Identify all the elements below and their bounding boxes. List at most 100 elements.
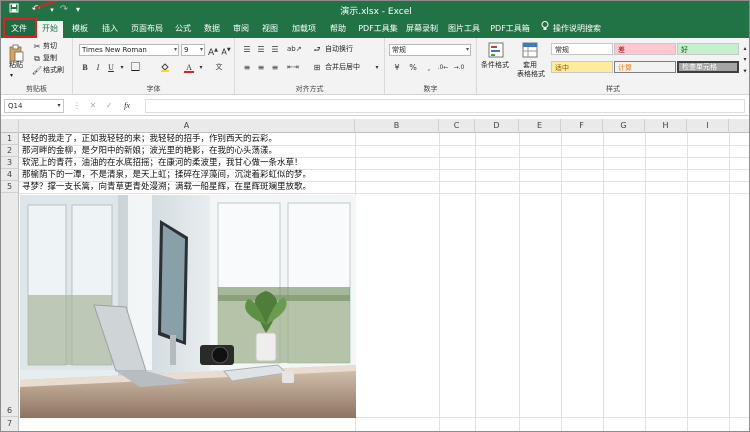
table-format-icon[interactable]	[521, 42, 539, 58]
row-header-1[interactable]: 1	[1, 133, 19, 145]
increase-decimal-icon[interactable]: .0←	[437, 62, 449, 73]
enter-icon[interactable]: ✓	[103, 100, 115, 111]
gridline	[19, 193, 749, 194]
cell-a5[interactable]: 寻梦？撑一支长篙，向青草更青处漫溯；满载一船星辉，在星辉斑斓里放歌。	[22, 181, 311, 193]
styles-scroll-up-icon[interactable]: ▴	[739, 43, 749, 54]
tab-picture-tools[interactable]: 图片工具	[445, 19, 483, 38]
phonetic-icon[interactable]: 文	[213, 62, 225, 73]
align-left-icon[interactable]: ≡	[241, 62, 253, 73]
lightbulb-icon	[539, 19, 551, 38]
copy-icon[interactable]: ⧉	[31, 53, 43, 64]
insert-function-icon[interactable]: fx	[119, 100, 135, 111]
tab-screen-record[interactable]: 屏幕录制	[403, 19, 441, 38]
column-header-i[interactable]: I	[687, 119, 729, 133]
row-header-6[interactable]: 6	[1, 193, 19, 417]
column-header-d[interactable]: D	[475, 119, 519, 133]
tab-help[interactable]: 帮助	[326, 19, 350, 38]
style-normal[interactable]: 常规	[551, 43, 613, 55]
tab-page-layout[interactable]: 页面布局	[127, 19, 167, 38]
style-bad[interactable]: 差	[614, 43, 676, 55]
select-all-corner[interactable]	[1, 119, 19, 133]
cell-a2[interactable]: 那河畔的金柳，是夕阳中的新娘；波光里的艳影，在我的心头荡漾。	[22, 145, 277, 157]
row-header-5[interactable]: 5	[1, 181, 19, 193]
title-bar: ↶ ▾ ↷ ▾ 演示.xlsx - Excel	[1, 1, 749, 19]
cell-a3[interactable]: 软泥上的青荇，油油的在水底招摇；在康河的柔波里，我甘心做一条水草！	[22, 157, 303, 169]
table-format-line2[interactable]: 表格格式	[517, 69, 545, 80]
copy-button[interactable]: 复制	[43, 53, 57, 64]
formula-input[interactable]	[145, 99, 745, 113]
row-header-4[interactable]: 4	[1, 169, 19, 181]
column-header-e[interactable]: E	[519, 119, 561, 133]
style-neutral[interactable]: 适中	[551, 61, 613, 73]
conditional-format-icon[interactable]	[487, 42, 505, 58]
tab-home[interactable]: 开始	[37, 21, 63, 38]
cell-a1[interactable]: 轻轻的我走了，正如我轻轻的来；我轻轻的招手，作别西天的云彩。	[22, 133, 277, 145]
cell-a4[interactable]: 那榆荫下的一潭，不是清泉，是天上虹；揉碎在浮藻间，沉淀着彩虹似的梦。	[22, 169, 311, 181]
merge-center-icon[interactable]: ⊞	[311, 62, 323, 73]
column-header-a[interactable]: A	[19, 119, 355, 133]
font-color-dropdown-icon[interactable]: ▾	[195, 62, 207, 73]
cancel-icon[interactable]: ✕	[87, 100, 99, 111]
name-box-dropdown-icon[interactable]: ▾	[53, 100, 65, 111]
borders-icon[interactable]	[129, 62, 141, 73]
align-bottom-icon[interactable]: ☰	[269, 44, 281, 55]
wrap-text-icon[interactable]: ⮐	[311, 44, 323, 55]
cut-icon[interactable]: ✂	[31, 41, 43, 52]
font-name-value: Times New Roman	[82, 46, 147, 54]
underline-dropdown-icon[interactable]: ▾	[116, 62, 128, 73]
merge-center-button[interactable]: 合并后居中	[325, 62, 360, 73]
column-header-h[interactable]: H	[645, 119, 687, 133]
tell-me-search[interactable]: 操作说明搜索	[553, 19, 615, 38]
row-header-7[interactable]: 7	[1, 417, 19, 431]
number-group: 常规 ▾ ¥ % , .0← →.0 数字	[385, 38, 477, 95]
tab-addins[interactable]: 加载项	[287, 19, 321, 38]
fill-color-icon[interactable]	[159, 62, 171, 73]
format-painter-icon[interactable]: 🖌	[31, 65, 43, 76]
merge-dropdown-icon[interactable]: ▾	[371, 62, 383, 73]
orientation-icon[interactable]: ab↗	[287, 44, 302, 55]
clipboard-group: 粘贴 ▾ ✂ 剪切 ⧉ 复制 🖌 格式刷 剪贴板	[1, 38, 73, 95]
indent-icon[interactable]: ⇤⇥	[287, 62, 299, 73]
currency-icon[interactable]: ¥	[391, 62, 403, 73]
bold-icon[interactable]: B	[79, 62, 91, 73]
align-center-icon[interactable]: ≡	[255, 62, 267, 73]
number-format-select[interactable]: 常规 ▾	[389, 44, 471, 56]
conditional-format-button[interactable]: 条件格式	[481, 60, 509, 71]
font-color-icon[interactable]: A	[183, 62, 195, 73]
column-header-f[interactable]: F	[561, 119, 603, 133]
column-header-c[interactable]: C	[439, 119, 475, 133]
tab-formulas[interactable]: 公式	[171, 19, 195, 38]
tab-view[interactable]: 视图	[258, 19, 282, 38]
tab-templates[interactable]: 模板	[67, 19, 93, 38]
column-header-b[interactable]: B	[355, 119, 439, 133]
format-painter-button[interactable]: 格式刷	[43, 65, 64, 76]
style-calculation[interactable]: 计算	[614, 61, 676, 73]
wrap-text-button[interactable]: 自动换行	[325, 44, 353, 55]
styles-more-icon[interactable]: ⯆	[739, 66, 749, 77]
tab-data[interactable]: 数据	[200, 19, 224, 38]
style-check-cell[interactable]: 检查单元格	[677, 61, 739, 73]
tab-pdf-toolbox[interactable]: PDF工具箱	[487, 19, 533, 38]
inserted-photo-desk[interactable]	[20, 195, 356, 418]
align-top-icon[interactable]: ☰	[241, 44, 253, 55]
cut-button[interactable]: 剪切	[43, 41, 57, 52]
decrease-decimal-icon[interactable]: →.0	[453, 62, 465, 73]
align-right-icon[interactable]: ≡	[269, 62, 281, 73]
styles-scroll-down-icon[interactable]: ▾	[739, 54, 749, 65]
tab-pdf-toolset[interactable]: PDF工具集	[356, 19, 400, 38]
row-header-2[interactable]: 2	[1, 145, 19, 157]
row-header-3[interactable]: 3	[1, 157, 19, 169]
italic-icon[interactable]: I	[92, 62, 104, 73]
paste-dropdown-icon[interactable]: ▾	[10, 70, 13, 81]
percent-icon[interactable]: %	[407, 62, 419, 73]
increase-font-icon[interactable]: A▲	[207, 45, 219, 58]
style-good[interactable]: 好	[677, 43, 739, 55]
align-middle-icon[interactable]: ☰	[255, 44, 267, 55]
comma-style-icon[interactable]: ,	[423, 62, 435, 73]
font-name-select[interactable]: Times New Roman ▾	[79, 44, 179, 56]
decrease-font-icon[interactable]: A▼	[220, 45, 232, 57]
column-header-g[interactable]: G	[603, 119, 645, 133]
tab-review[interactable]: 审阅	[229, 19, 253, 38]
tab-insert[interactable]: 插入	[97, 19, 123, 38]
font-size-select[interactable]: 9 ▾	[181, 44, 205, 56]
